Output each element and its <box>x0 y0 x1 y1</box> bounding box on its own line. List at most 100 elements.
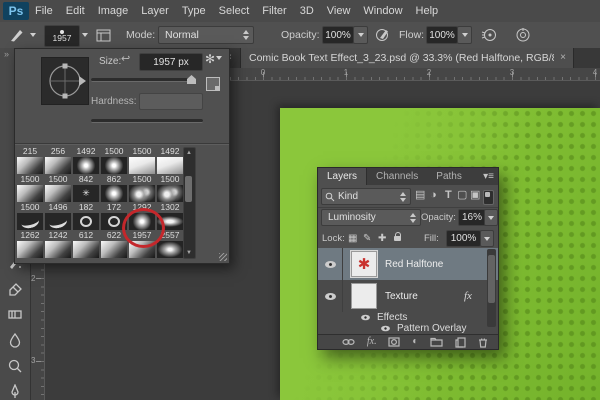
blur-tool[interactable] <box>4 329 26 351</box>
brush-preset[interactable]: 1262 <box>17 231 43 259</box>
flow-dropdown[interactable] <box>457 26 472 44</box>
brush-angle-roundness-widget[interactable] <box>41 57 89 105</box>
tab-paths[interactable]: Paths <box>427 168 471 185</box>
menu-3d[interactable]: 3D <box>300 5 314 17</box>
layer-fx-badge[interactable]: fx <box>464 290 472 302</box>
layer-style-icon[interactable]: fx. <box>367 337 377 347</box>
layer-blend-mode-select[interactable]: Luminosity <box>321 209 421 226</box>
brush-preset[interactable]: 1500 <box>17 175 43 203</box>
lock-all-icon[interactable] <box>394 236 401 241</box>
filter-type-layers-icon[interactable]: T <box>445 189 452 202</box>
effects-row[interactable]: Effects <box>318 312 498 323</box>
filter-smart-objects-icon[interactable]: ▣ <box>470 189 480 202</box>
panel-resize-grip[interactable] <box>219 253 227 261</box>
brush-preset[interactable]: 1500 <box>129 175 155 203</box>
brush-preset[interactable]: 842 <box>73 175 99 203</box>
layer-opacity-value[interactable]: 16% <box>458 209 486 226</box>
menu-help[interactable]: Help <box>416 5 439 17</box>
new-brush-preset-icon[interactable] <box>206 77 220 91</box>
brush-picker-arrow[interactable] <box>82 33 88 37</box>
brush-preset[interactable]: 182 <box>73 203 99 231</box>
size-slider[interactable] <box>91 78 191 82</box>
menu-view[interactable]: View <box>327 5 351 17</box>
brush-preset[interactable]: 1242 <box>45 231 71 259</box>
brush-preset[interactable]: 612 <box>73 231 99 259</box>
layer-row-red-halftone[interactable]: ✱ Red Halftone <box>318 248 498 280</box>
dodge-tool[interactable] <box>4 355 26 377</box>
brush-preset[interactable]: 215 <box>17 147 43 175</box>
brush-preset[interactable]: 256 <box>45 147 71 175</box>
menu-image[interactable]: Image <box>98 5 129 17</box>
lock-paint-icon[interactable]: ✎ <box>363 233 371 244</box>
eraser-tool[interactable] <box>4 277 26 299</box>
visibility-toggle[interactable] <box>318 280 343 312</box>
brush-preset[interactable]: 1500 <box>157 175 183 203</box>
layer-mask-icon[interactable] <box>388 337 400 347</box>
menu-layer[interactable]: Layer <box>141 5 169 17</box>
opacity-dropdown[interactable] <box>484 209 498 226</box>
scroll-up-icon[interactable]: ▲ <box>186 150 192 156</box>
filter-pixel-layers-icon[interactable]: ▤ <box>415 189 425 202</box>
reset-size-icon[interactable]: ↩ <box>121 52 130 65</box>
brush-size-field[interactable]: 1957 px <box>139 53 203 71</box>
filter-adjustment-layers-icon[interactable]: ◑ <box>430 189 437 202</box>
brush-preset[interactable]: 1496 <box>45 203 71 231</box>
layer-list-scrollbar[interactable] <box>487 249 496 327</box>
brush-preset[interactable]: 1500 <box>45 175 71 203</box>
brush-preset[interactable]: 1500 <box>129 147 155 175</box>
size-slider-thumb[interactable] <box>187 75 196 84</box>
menu-type[interactable]: Type <box>182 5 206 17</box>
brush-preset[interactable]: 1492 <box>73 147 99 175</box>
tool-preset-arrow[interactable] <box>30 33 36 37</box>
new-layer-icon[interactable] <box>455 337 466 348</box>
scrollbar-thumb[interactable] <box>185 176 192 202</box>
lock-transparency-icon[interactable]: ▦ <box>348 233 357 244</box>
scroll-down-icon[interactable]: ▼ <box>186 250 192 256</box>
menu-file[interactable]: File <box>35 5 53 17</box>
panel-gear-icon[interactable]: ✻ <box>205 52 222 66</box>
pen-tool[interactable] <box>4 381 26 400</box>
brush-preset[interactable]: 1492 <box>157 147 183 175</box>
layer-thumbnail[interactable]: ✱ <box>351 251 377 277</box>
pressure-opacity-icon[interactable] <box>374 25 392 45</box>
menu-edit[interactable]: Edit <box>66 5 85 17</box>
brush-tool-icon[interactable] <box>6 25 28 45</box>
menu-window[interactable]: Window <box>363 5 402 17</box>
blend-mode-select[interactable]: Normal <box>158 26 254 44</box>
document-tab[interactable]: Comic Book Text Effect_3_23.psd @ 33.3% … <box>240 48 574 68</box>
filter-shape-layers-icon[interactable]: ▢ <box>457 189 467 202</box>
opacity-value[interactable]: 100% <box>322 26 354 44</box>
link-layers-icon[interactable] <box>342 337 355 347</box>
adjustment-layer-icon[interactable]: ◐ <box>412 337 418 347</box>
flow-value[interactable]: 100% <box>426 26 458 44</box>
delete-layer-icon[interactable] <box>478 337 488 348</box>
layer-row-texture[interactable]: Texture fx <box>318 280 498 312</box>
eye-icon[interactable] <box>361 315 370 321</box>
layer-thumbnail[interactable] <box>351 283 377 309</box>
brush-preset[interactable]: 1500 <box>17 203 43 231</box>
tab-close-icon[interactable]: × <box>560 53 566 63</box>
pressure-size-icon[interactable] <box>514 25 532 45</box>
filter-toggle-switch[interactable] <box>483 190 494 205</box>
scrollbar-thumb[interactable] <box>488 255 495 303</box>
fill-value[interactable]: 100% <box>446 230 481 247</box>
opacity-dropdown[interactable] <box>353 26 368 44</box>
new-group-icon[interactable] <box>430 337 443 347</box>
visibility-toggle[interactable] <box>318 248 343 280</box>
tab-layers[interactable]: Layers <box>318 168 367 185</box>
panel-menu-icon[interactable]: ▾≡ <box>483 171 494 182</box>
fill-dropdown[interactable] <box>480 230 494 247</box>
tab-channels[interactable]: Channels <box>367 168 427 185</box>
filter-kind-select[interactable]: Kind <box>321 188 411 205</box>
eye-icon[interactable] <box>381 326 390 332</box>
airbrush-icon[interactable] <box>480 25 498 45</box>
menu-filter[interactable]: Filter <box>262 5 286 17</box>
brush-preset[interactable]: 1500 <box>101 147 127 175</box>
brush-preset[interactable]: 862 <box>101 175 127 203</box>
pattern-overlay-row[interactable]: Pattern Overlay <box>318 323 498 334</box>
menu-select[interactable]: Select <box>219 5 250 17</box>
brush-grid-scrollbar[interactable]: ▲ ▼ <box>183 147 196 259</box>
toggle-brush-panel-icon[interactable] <box>94 25 112 45</box>
toolbar-expand-icon[interactable]: » <box>4 49 8 59</box>
lock-position-icon[interactable]: ✚ <box>378 233 386 244</box>
